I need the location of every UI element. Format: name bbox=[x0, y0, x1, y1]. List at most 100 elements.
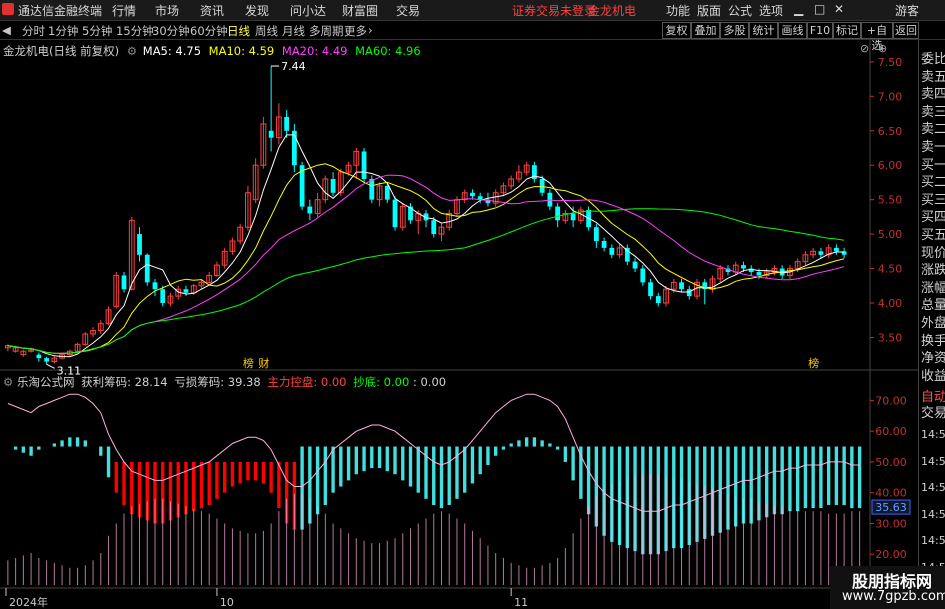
candle-body bbox=[369, 179, 375, 200]
quote-field-label: 净资 bbox=[921, 351, 945, 367]
quote-field-label: 卖三 bbox=[921, 104, 945, 120]
candle-body bbox=[284, 117, 290, 131]
candle-body bbox=[601, 241, 607, 248]
candle-body bbox=[593, 227, 599, 241]
time-label: 14:56 bbox=[921, 481, 945, 494]
mark-button[interactable]: 标记 bbox=[833, 22, 861, 39]
price-axis-label: 6.50 bbox=[878, 125, 903, 138]
candle-body bbox=[307, 206, 313, 214]
period-tab[interactable]: 30分钟 bbox=[152, 23, 190, 39]
quote-field-label[interactable]: 交易 bbox=[921, 402, 945, 421]
low-label: 3.11 bbox=[57, 364, 82, 377]
period-tab[interactable]: 60分钟 bbox=[190, 23, 228, 39]
chart-grid bbox=[0, 40, 918, 600]
menu-news[interactable]: 资讯 bbox=[200, 2, 224, 19]
candle-body bbox=[384, 185, 390, 200]
ma5-line bbox=[7, 134, 845, 358]
quote-field-label: 换手 bbox=[921, 333, 945, 349]
sub-axis-label: 40.00 bbox=[875, 487, 907, 500]
candle-body bbox=[632, 261, 638, 269]
back-button[interactable]: 返回 bbox=[893, 22, 919, 39]
menu-options[interactable]: 选项 bbox=[759, 2, 783, 19]
multi-stock-button[interactable]: 多股 bbox=[720, 22, 749, 39]
maximize-icon[interactable]: □ bbox=[814, 2, 825, 16]
period-tab[interactable]: 15分钟 bbox=[116, 23, 154, 39]
menu-market[interactable]: 市场 bbox=[155, 2, 179, 19]
quote-panel: 委比 卖五 卖四 卖三 卖二 卖一 买一 买二 买三 买四 买五 现价 涨跌 涨幅 总量 外盘 换手 净资 收益 自动… bbox=[918, 40, 945, 609]
sub-indicator bbox=[7, 393, 862, 585]
date-label: 11 bbox=[514, 596, 528, 609]
candle-body bbox=[36, 354, 42, 359]
restore-button[interactable]: 复权 bbox=[662, 22, 691, 39]
period-tab[interactable]: 多周期 bbox=[309, 23, 344, 39]
period-tab[interactable]: 5分钟 bbox=[82, 23, 112, 39]
high-label: 7.44 bbox=[281, 60, 306, 73]
candle-body bbox=[470, 192, 475, 197]
menu-discover[interactable]: 发现 bbox=[245, 2, 269, 19]
price-axis-label: 3.50 bbox=[878, 331, 903, 344]
quote-field-label: 卖五 bbox=[921, 69, 945, 85]
minimize-icon[interactable]: ▁ bbox=[794, 2, 803, 16]
sub-axis-label: 70.00 bbox=[875, 394, 907, 407]
candle-body bbox=[686, 289, 692, 297]
price-axis-label: 4.00 bbox=[878, 297, 903, 310]
nav-left-icon[interactable]: ◀ bbox=[2, 23, 11, 37]
ma20-line bbox=[7, 174, 845, 354]
menu-formula[interactable]: 公式 bbox=[728, 2, 752, 19]
axes: 7.50 7.00 6.50 6.00 5.50 5.00 4.50 4.00 3.50 7.44… bbox=[5, 56, 911, 609]
sub-axis-label: 50.00 bbox=[875, 456, 907, 469]
quote-field-label: 买二 bbox=[921, 175, 945, 191]
candle-body bbox=[741, 265, 746, 269]
login-status[interactable]: 证券交易未登录 bbox=[512, 2, 596, 19]
menu-ask[interactable]: 问小达 bbox=[290, 2, 326, 19]
chevron-right-icon[interactable]: › bbox=[368, 23, 373, 37]
quote-field-label: 涨幅 bbox=[921, 280, 945, 296]
period-tab[interactable]: 分时 bbox=[22, 23, 45, 39]
period-tab-more[interactable]: 更多 bbox=[344, 23, 367, 39]
price-axis-label: 6.00 bbox=[878, 159, 903, 172]
period-tab[interactable]: 月线 bbox=[282, 23, 305, 39]
menu-function[interactable]: 功能 bbox=[666, 2, 690, 19]
period-tab[interactable]: 周线 bbox=[255, 23, 278, 39]
quote-field-label: 卖四 bbox=[921, 87, 945, 103]
sub-axis-label: 30.00 bbox=[875, 517, 907, 530]
time-label: 14:56 bbox=[921, 507, 945, 521]
time-label: 14:56 bbox=[921, 534, 945, 547]
f10-button[interactable]: F10 bbox=[807, 22, 833, 39]
event-mark: 榜 bbox=[243, 356, 254, 370]
current-value-label: 35.63 bbox=[875, 501, 907, 514]
candle-body bbox=[555, 206, 561, 221]
app-title: 通达信金融终端 bbox=[18, 4, 103, 18]
period-tab-active[interactable]: 日线 bbox=[227, 23, 250, 39]
app-logo-icon bbox=[2, 3, 14, 15]
add-watchlist-button[interactable]: +自选 bbox=[861, 22, 893, 52]
kline-chart[interactable]: 7.50 7.00 6.50 6.00 5.50 5.00 4.50 4.00 3.50 7.44… bbox=[0, 40, 918, 609]
period-tab[interactable]: 1分钟 bbox=[48, 23, 78, 39]
close-icon[interactable]: ✕ bbox=[834, 2, 844, 16]
statistics-button[interactable]: 统计 bbox=[749, 22, 778, 39]
candle-body bbox=[160, 289, 166, 303]
quote-field-label: 卖二 bbox=[921, 122, 945, 138]
draw-line-button[interactable]: 画线 bbox=[778, 22, 807, 39]
date-label: 10 bbox=[220, 596, 234, 609]
menu-layout[interactable]: 版面 bbox=[697, 2, 721, 19]
menu-wealth[interactable]: 财富圈 bbox=[342, 2, 378, 19]
period-bar: ◀ 分时 1分钟 5分钟 15分钟 30分钟 60分钟 日线 周线 月线 多周期… bbox=[0, 21, 945, 52]
candle-body bbox=[44, 358, 49, 362]
candle-body bbox=[570, 213, 576, 221]
price-axis-label: 5.00 bbox=[878, 228, 903, 241]
candle-body bbox=[655, 296, 661, 303]
overlay-button[interactable]: 叠加 bbox=[691, 22, 720, 39]
watermark: 股朋指标网 www.7gpzb.com bbox=[830, 566, 945, 609]
price-axis-label: 5.50 bbox=[878, 194, 903, 207]
candle-body bbox=[183, 289, 189, 293]
guest-label[interactable]: 游客 bbox=[895, 2, 919, 19]
menu-quotes[interactable]: 行情 bbox=[112, 2, 136, 19]
menu-trade[interactable]: 交易 bbox=[396, 2, 420, 19]
quote-field-label: 收益 bbox=[921, 368, 945, 384]
quote-field-label: 涨跌 bbox=[921, 263, 945, 279]
ma10-line bbox=[7, 163, 845, 354]
candle-body bbox=[648, 282, 653, 297]
candle-body bbox=[679, 282, 684, 290]
menu-bar: 通达信金融终端 行情 市场 资讯 发现 问小达 财富圈 交易 证券交易未登录 金… bbox=[0, 0, 945, 21]
